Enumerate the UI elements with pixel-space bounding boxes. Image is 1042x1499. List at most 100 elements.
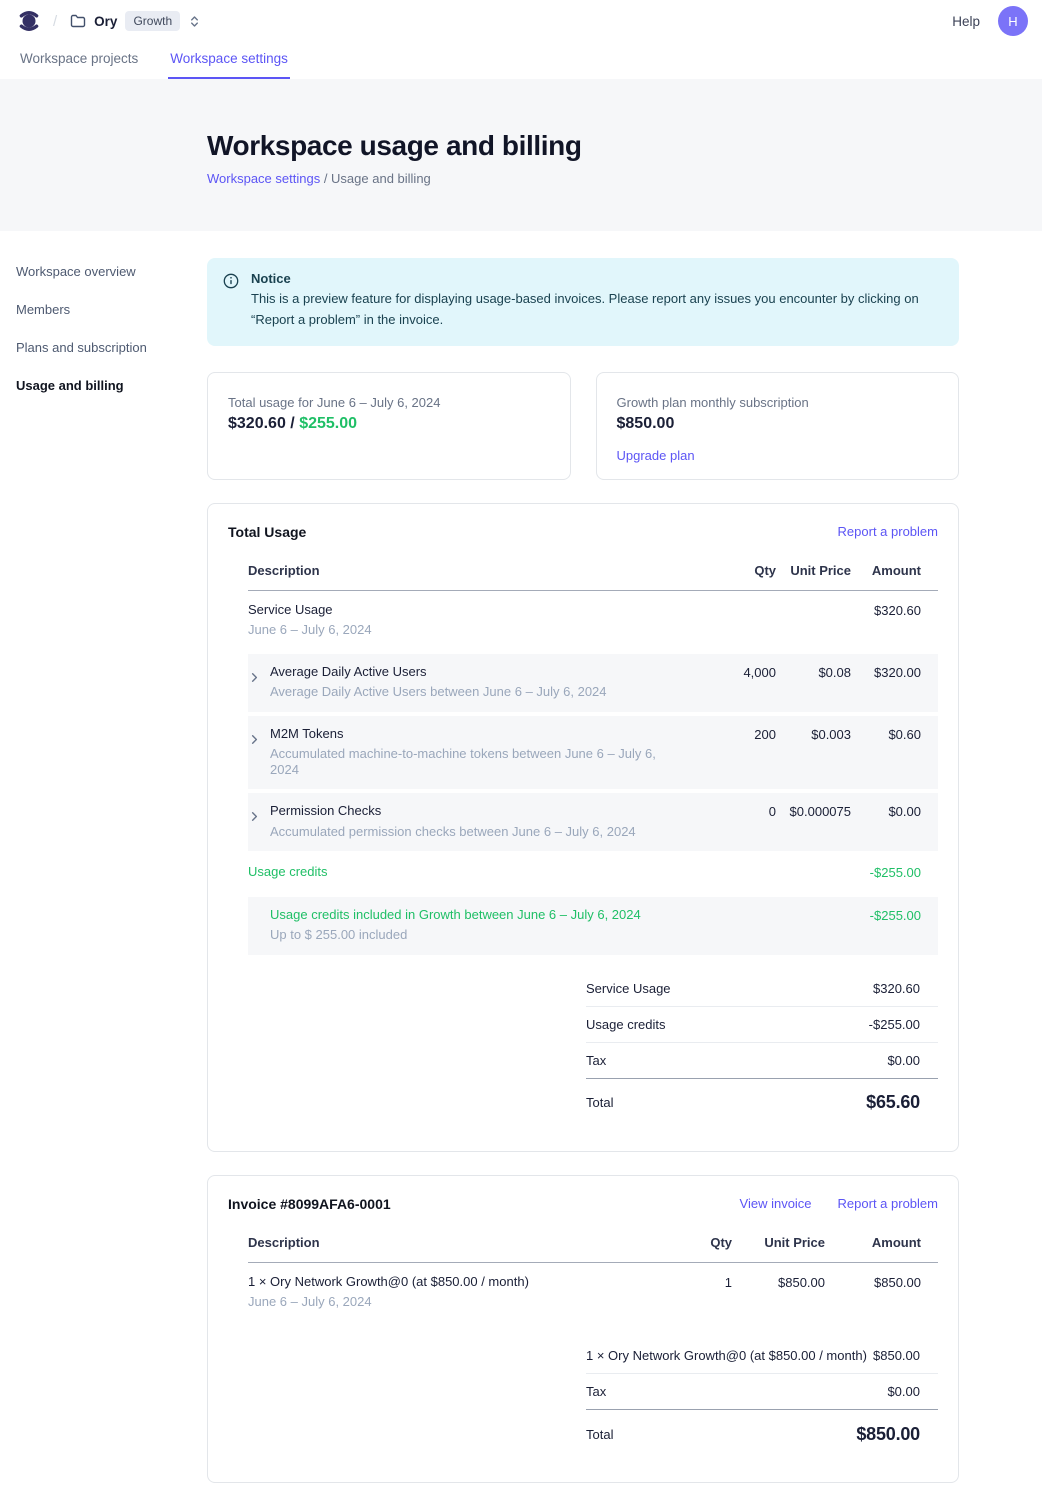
row-unit-price: $0.08 (776, 664, 851, 680)
usage-separator: / (286, 415, 299, 432)
folder-icon (70, 13, 86, 29)
summary-value: $0.00 (887, 1384, 920, 1399)
workspace-name: Ory (94, 14, 117, 29)
summary-label: Tax (586, 1384, 606, 1399)
row-title: Service Usage (248, 602, 372, 618)
summary-row: Usage credits -$255.00 (586, 1007, 938, 1043)
upgrade-plan-link[interactable]: Upgrade plan (617, 448, 695, 463)
table-row[interactable]: Permission Checks Accumulated permission… (248, 793, 938, 851)
row-title: Permission Checks (270, 803, 636, 819)
col-description: Description (248, 563, 686, 578)
user-avatar[interactable]: H (998, 6, 1028, 36)
breadcrumb-separator: / (320, 171, 331, 186)
workspace-tabs: Workspace projects Workspace settings (0, 42, 1042, 79)
row-subtitle: Average Daily Active Users between June … (270, 684, 607, 700)
ory-logo-icon[interactable] (16, 8, 42, 34)
col-description: Description (248, 1235, 652, 1250)
summary-value: $0.00 (887, 1053, 920, 1068)
summary-row: Service Usage $320.60 (586, 971, 938, 1007)
row-subtitle: June 6 – July 6, 2024 (248, 622, 372, 638)
summary-value: $320.60 (873, 981, 920, 996)
table-row: 1 × Ory Network Growth@0 (at $850.00 / m… (248, 1263, 938, 1323)
total-value: $65.60 (866, 1092, 920, 1113)
breadcrumb-separator: / (53, 13, 57, 30)
notice-title: Notice (251, 271, 943, 286)
table-row: Usage credits -$255.00 (248, 851, 938, 893)
row-unit-price: $850.00 (732, 1274, 825, 1290)
summary-label: Service Usage (586, 981, 671, 996)
row-subtitle: Accumulated permission checks between Ju… (270, 824, 636, 840)
table-row: Usage credits included in Growth between… (248, 897, 938, 955)
workspace-picker[interactable]: Ory Growth (68, 7, 203, 35)
plan-badge: Growth (125, 11, 180, 31)
breadcrumb: Workspace settings / Usage and billing (207, 171, 1042, 186)
row-amount: $850.00 (825, 1274, 921, 1290)
row-amount: $0.60 (851, 726, 921, 742)
row-qty (686, 602, 776, 603)
total-label: Total (586, 1095, 613, 1110)
top-bar: / Ory Growth Help H (0, 0, 1042, 42)
col-amount: Amount (851, 563, 921, 578)
row-amount: -$255.00 (851, 864, 921, 880)
summary-total-row: Total $850.00 (586, 1410, 938, 1458)
table-row[interactable]: M2M Tokens Accumulated machine-to-machin… (248, 716, 938, 790)
summary-label: Usage credits (586, 1017, 665, 1032)
summary-row: Tax $0.00 (586, 1374, 938, 1410)
sidebar-item-workspace-overview[interactable]: Workspace overview (16, 259, 207, 284)
usage-summary: Service Usage $320.60 Usage credits -$25… (586, 971, 938, 1127)
row-title: Usage credits included in Growth between… (270, 907, 641, 923)
tab-workspace-projects[interactable]: Workspace projects (18, 42, 140, 79)
row-unit-price: $0.000075 (776, 803, 851, 819)
usage-table: Description Qty Unit Price Amount Servic… (248, 553, 938, 1127)
row-title: M2M Tokens (270, 726, 686, 742)
breadcrumb-link-workspace-settings[interactable]: Workspace settings (207, 171, 320, 186)
invoice-table-header: Description Qty Unit Price Amount (248, 1225, 938, 1263)
row-title: Usage credits (248, 864, 327, 880)
indent-spacer (248, 907, 261, 944)
total-usage-card: Total usage for June 6 – July 6, 2024 $3… (207, 372, 571, 480)
invoice-title: Invoice #8099AFA6-0001 (228, 1196, 391, 1212)
page-title: Workspace usage and billing (207, 130, 1042, 162)
row-title: 1 × Ory Network Growth@0 (at $850.00 / m… (248, 1274, 529, 1290)
row-amount: -$255.00 (851, 907, 921, 923)
total-usage-value: $320.60 / $255.00 (228, 415, 550, 433)
subscription-label: Growth plan monthly subscription (617, 395, 939, 410)
report-problem-link-usage[interactable]: Report a problem (838, 524, 938, 539)
row-qty: 1 (652, 1274, 732, 1290)
row-qty: 0 (686, 803, 776, 819)
chevron-right-icon[interactable] (248, 671, 261, 684)
table-row[interactable]: Average Daily Active Users Average Daily… (248, 654, 938, 712)
report-problem-link-invoice[interactable]: Report a problem (838, 1196, 938, 1211)
usage-card-title: Total Usage (228, 524, 306, 540)
total-value: $850.00 (856, 1424, 920, 1445)
sidebar-item-plans-and-subscription[interactable]: Plans and subscription (16, 335, 207, 360)
tab-workspace-settings[interactable]: Workspace settings (168, 42, 290, 79)
sidebar-item-usage-and-billing[interactable]: Usage and billing (16, 373, 207, 398)
view-invoice-link[interactable]: View invoice (740, 1196, 812, 1211)
row-qty: 4,000 (686, 664, 776, 680)
notice-body: This is a preview feature for displaying… (251, 289, 943, 331)
row-amount: $320.60 (851, 602, 921, 618)
subscription-card: Growth plan monthly subscription $850.00… (596, 372, 960, 480)
subscription-amount: $850.00 (617, 415, 939, 433)
info-icon (223, 273, 239, 289)
invoice-card: Invoice #8099AFA6-0001 View invoice Repo… (207, 1175, 959, 1484)
summary-total-row: Total $65.60 (586, 1079, 938, 1127)
row-qty: 200 (686, 726, 776, 742)
chevron-right-icon[interactable] (248, 733, 261, 746)
row-amount: $0.00 (851, 803, 921, 819)
col-qty: Qty (686, 563, 776, 578)
settings-sidebar: Workspace overview Members Plans and sub… (0, 231, 207, 1483)
col-amount: Amount (825, 1235, 921, 1250)
row-amount: $320.00 (851, 664, 921, 680)
page-header: Workspace usage and billing Workspace se… (0, 79, 1042, 231)
sidebar-item-members[interactable]: Members (16, 297, 207, 322)
help-button[interactable]: Help (952, 14, 980, 29)
total-usage-label: Total usage for June 6 – July 6, 2024 (228, 395, 550, 410)
chevron-updown-icon (188, 15, 201, 28)
summary-value: -$255.00 (869, 1017, 920, 1032)
row-subtitle: Accumulated machine-to-machine tokens be… (270, 746, 686, 779)
total-usage-invoice-card: Total Usage Report a problem Description… (207, 503, 959, 1152)
usage-credit-amount: $255.00 (299, 415, 357, 432)
chevron-right-icon[interactable] (248, 810, 261, 823)
